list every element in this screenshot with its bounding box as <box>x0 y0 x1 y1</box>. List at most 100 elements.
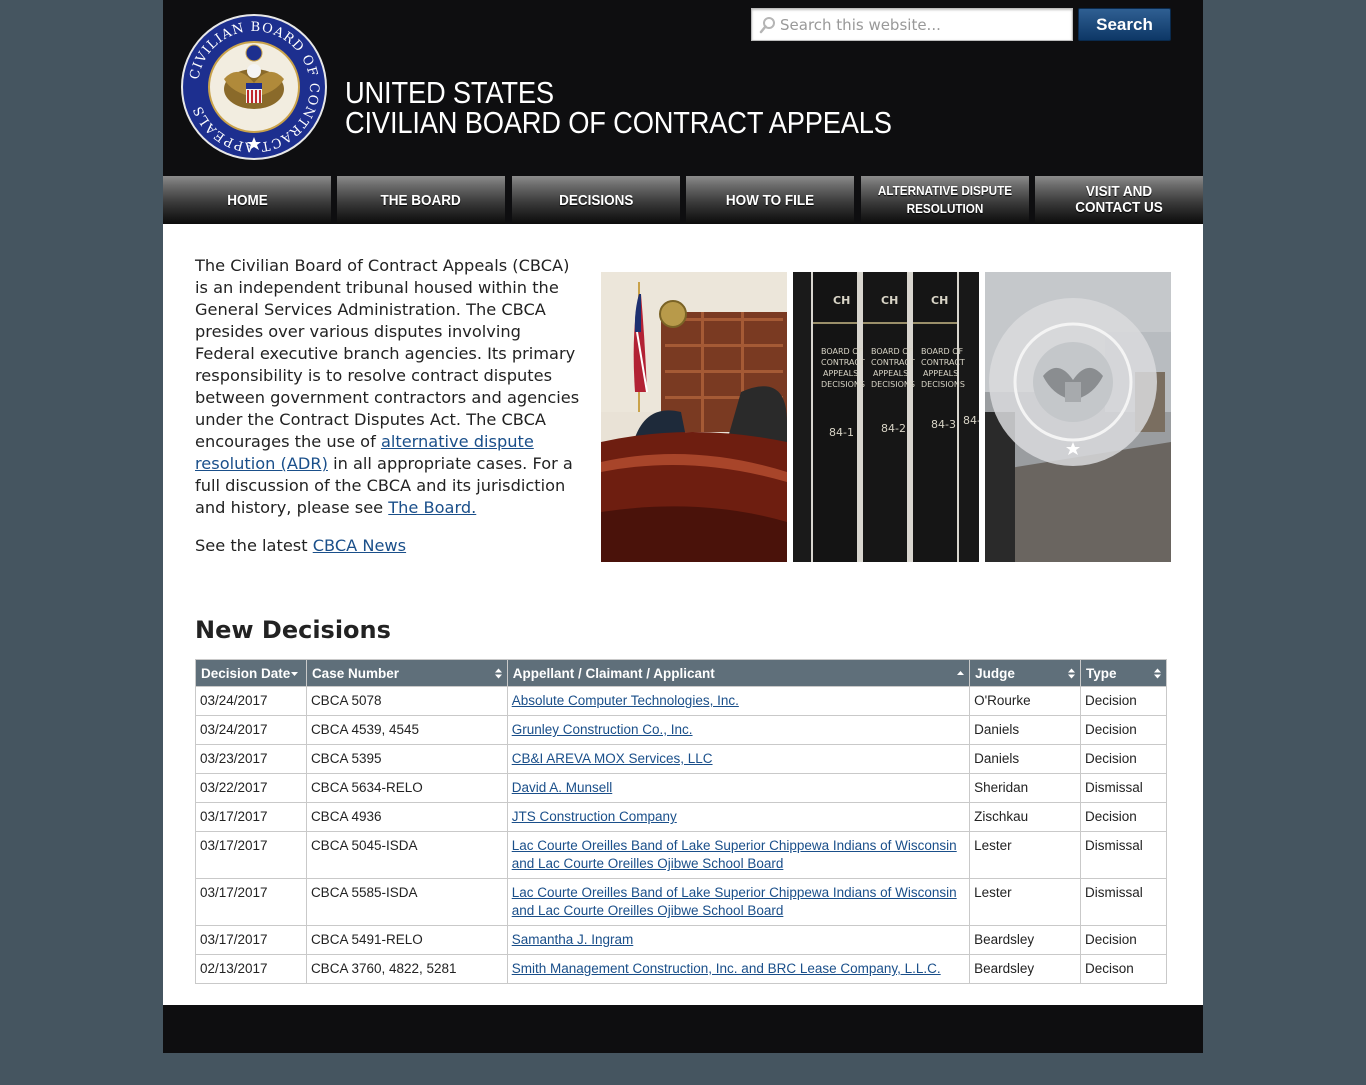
appellant-link[interactable]: Samantha J. Ingram <box>512 932 634 947</box>
svg-text:CH: CH <box>881 294 898 307</box>
cbca-seal-logo[interactable]: CIVILIAN BOARD OF CONTRACT APPEALS <box>180 13 328 161</box>
svg-text:CH: CH <box>931 294 948 307</box>
cell-judge: Zischkau <box>969 802 1081 832</box>
svg-text:DECISIONS: DECISIONS <box>821 380 865 389</box>
cell-date: 03/17/2017 <box>195 831 307 879</box>
column-header-appellant[interactable]: Appellant / Claimant / Applicant <box>506 659 971 687</box>
cell-type: Decision <box>1080 715 1167 745</box>
cell-appellant: Grunley Construction Co., Inc. <box>506 715 971 745</box>
book-volume-label: 84-2 <box>881 422 906 435</box>
nav-item-the-board[interactable]: THE BOARD <box>337 176 505 224</box>
table-row: 02/13/2017 CBCA 3760, 4822, 5281 Smith M… <box>195 954 1167 984</box>
books-photo: CH CH CH BOARD OF CONTRACT APPEALS DECISION… <box>793 272 979 562</box>
nav-item-adr[interactable]: ALTERNATIVE DISPUTE RESOLUTION <box>861 176 1029 224</box>
column-header-label: Judge <box>975 665 1015 681</box>
cell-date: 03/24/2017 <box>195 686 307 716</box>
nav-item-label: HOW TO FILE <box>725 191 815 209</box>
cell-case-number: CBCA 3760, 4822, 5281 <box>305 954 508 984</box>
nav-item-how-to-file[interactable]: HOW TO FILE <box>686 176 854 224</box>
intro-section: The Civilian Board of Contract Appeals (… <box>195 255 580 557</box>
cell-date: 03/24/2017 <box>195 715 307 745</box>
nav-item-decisions[interactable]: DECISIONS <box>512 176 680 224</box>
table-row: 03/24/2017 CBCA 4539, 4545 Grunley Const… <box>195 715 1167 745</box>
search-input[interactable] <box>780 13 1065 37</box>
svg-text:APPEALS: APPEALS <box>823 369 858 378</box>
svg-text:CONTRACT: CONTRACT <box>921 358 965 367</box>
column-header-label: Case Number <box>311 665 399 681</box>
appellant-link[interactable]: Lac Courte Oreilles Band of Lake Superio… <box>512 885 957 918</box>
column-header-label: Appellant / Claimant / Applicant <box>512 665 715 681</box>
intro-paragraph: The Civilian Board of Contract Appeals (… <box>195 255 580 519</box>
appellant-link[interactable]: JTS Construction Company <box>512 809 677 824</box>
book-volume-label: 84-4 <box>963 414 979 427</box>
nav-item-label: THE BOARD <box>380 191 462 209</box>
cell-type: Dismissal <box>1080 831 1167 879</box>
main-nav: HOME THE BOARD DECISIONS HOW TO FILE ALT… <box>163 176 1203 224</box>
cell-case-number: CBCA 4539, 4545 <box>305 715 508 745</box>
table-row: 03/23/2017 CBCA 5395 CB&I AREVA MOX Serv… <box>195 744 1167 774</box>
cell-type: Decison <box>1080 954 1167 984</box>
cell-appellant: David A. Munsell <box>506 773 971 803</box>
cbca-news-link[interactable]: CBCA News <box>313 536 406 555</box>
cell-appellant: CB&I AREVA MOX Services, LLC <box>506 744 971 774</box>
column-header-judge[interactable]: Judge <box>969 659 1081 687</box>
column-header-date[interactable]: Decision Date <box>195 659 307 687</box>
table-row: 03/17/2017 CBCA 5585-ISDA Lac Courte Ore… <box>195 878 1167 926</box>
svg-text:DECISIONS: DECISIONS <box>921 380 965 389</box>
table-row: 03/24/2017 CBCA 5078 Absolute Computer T… <box>195 686 1167 716</box>
cell-date: 03/22/2017 <box>195 773 307 803</box>
cell-date: 02/13/2017 <box>195 954 307 984</box>
cell-type: Decision <box>1080 802 1167 832</box>
decisions-table: Decision Date Case Number Appellant / Cl… <box>195 659 1167 984</box>
site-footer <box>163 1005 1203 1053</box>
nav-item-label: ALTERNATIVE DISPUTE RESOLUTION <box>877 183 1013 216</box>
table-row: 03/17/2017 CBCA 4936 JTS Construction Co… <box>195 802 1167 832</box>
site-header: CIVILIAN BOARD OF CONTRACT APPEALS UNITE… <box>163 0 1203 176</box>
nav-item-label: HOME <box>226 191 268 209</box>
cell-case-number: CBCA 5395 <box>305 744 508 774</box>
cell-case-number: CBCA 4936 <box>305 802 508 832</box>
site-title-line1: UNITED STATES <box>345 75 554 110</box>
cell-judge: Daniels <box>969 744 1081 774</box>
appellant-link[interactable]: CB&I AREVA MOX Services, LLC <box>512 751 713 766</box>
cell-appellant: Lac Courte Oreilles Band of Lake Superio… <box>506 831 971 879</box>
cell-type: Decision <box>1080 744 1167 774</box>
cell-date: 03/17/2017 <box>195 878 307 926</box>
cell-appellant: Lac Courte Oreilles Band of Lake Superio… <box>506 878 971 926</box>
column-header-case-number[interactable]: Case Number <box>305 659 508 687</box>
appellant-link[interactable]: Smith Management Construction, Inc. and … <box>512 961 941 976</box>
courtroom-photo <box>601 272 787 562</box>
svg-text:CONTRACT: CONTRACT <box>871 358 915 367</box>
site-title[interactable]: UNITED STATES CIVILIAN BOARD OF CONTRACT… <box>345 75 892 138</box>
cell-date: 03/17/2017 <box>195 925 307 955</box>
the-board-link[interactable]: The Board. <box>388 498 476 517</box>
cell-case-number: CBCA 5045-ISDA <box>305 831 508 879</box>
appellant-link[interactable]: Grunley Construction Co., Inc. <box>512 722 693 737</box>
svg-text:CONTRACT: CONTRACT <box>821 358 865 367</box>
sort-both-icon <box>1068 668 1075 679</box>
appellant-link[interactable]: David A. Munsell <box>512 780 613 795</box>
glass-seal-photo <box>985 272 1171 562</box>
search-box <box>751 8 1073 41</box>
column-header-label: Type <box>1086 665 1117 681</box>
intro-text: The Civilian Board of Contract Appeals (… <box>195 256 580 451</box>
cell-type: Decision <box>1080 925 1167 955</box>
search-button[interactable]: Search <box>1078 8 1171 41</box>
cell-date: 03/23/2017 <box>195 744 307 774</box>
cell-judge: Daniels <box>969 715 1081 745</box>
svg-text:CH: CH <box>833 294 850 307</box>
sort-both-icon <box>494 668 502 679</box>
cell-judge: Beardsley <box>969 954 1081 984</box>
column-header-type[interactable]: Type <box>1080 659 1167 687</box>
cell-case-number: CBCA 5585-ISDA <box>305 878 508 926</box>
cell-judge: O'Rourke <box>969 686 1081 716</box>
cell-type: Dismissal <box>1080 878 1167 926</box>
nav-item-visit-contact[interactable]: VISIT AND CONTACT US <box>1035 176 1203 224</box>
appellant-link[interactable]: Lac Courte Oreilles Band of Lake Superio… <box>512 838 957 871</box>
cell-appellant: JTS Construction Company <box>506 802 971 832</box>
nav-item-home[interactable]: HOME <box>163 176 331 224</box>
appellant-link[interactable]: Absolute Computer Technologies, Inc. <box>512 693 739 708</box>
nav-item-label: DECISIONS <box>558 191 634 209</box>
news-paragraph: See the latest CBCA News <box>195 535 580 557</box>
cell-judge: Sheridan <box>969 773 1081 803</box>
